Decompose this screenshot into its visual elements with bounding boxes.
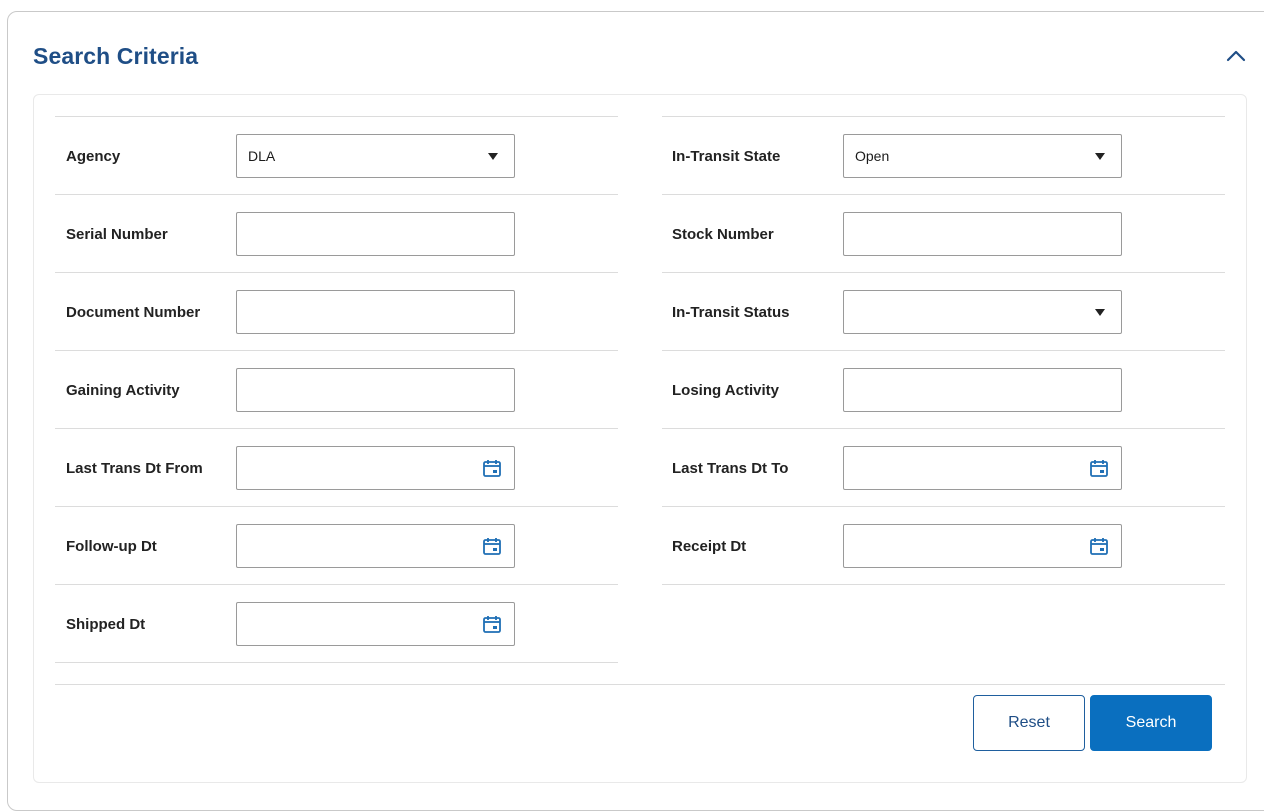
calendar-icon[interactable] bbox=[1089, 536, 1109, 556]
agency-label: Agency bbox=[66, 148, 121, 165]
gaining-activity-label: Gaining Activity bbox=[66, 382, 180, 399]
dropdown-caret-icon bbox=[1095, 153, 1105, 160]
left-field-column: Agency DLA Serial Number Document Number… bbox=[55, 116, 618, 663]
receipt-dt-input[interactable] bbox=[843, 524, 1122, 568]
calendar-icon[interactable] bbox=[1089, 458, 1109, 478]
field-row-agency: Agency DLA bbox=[55, 116, 618, 194]
stock-number-input[interactable] bbox=[843, 212, 1122, 256]
serial-number-label: Serial Number bbox=[66, 226, 168, 243]
shipped-dt-label: Shipped Dt bbox=[66, 616, 146, 633]
reset-button[interactable]: Reset bbox=[973, 695, 1085, 751]
field-row-stock-number: Stock Number bbox=[662, 194, 1225, 272]
field-row-last-trans-dt-to: Last Trans Dt To bbox=[662, 428, 1225, 506]
calendar-icon[interactable] bbox=[482, 536, 502, 556]
field-row-gaining-activity: Gaining Activity bbox=[55, 350, 618, 428]
calendar-icon[interactable] bbox=[482, 458, 502, 478]
search-button[interactable]: Search bbox=[1090, 695, 1212, 751]
form-actions-divider bbox=[55, 684, 1225, 685]
losing-activity-label: Losing Activity bbox=[672, 382, 779, 399]
in-transit-state-label: In-Transit State bbox=[672, 148, 781, 165]
gaining-activity-input[interactable] bbox=[236, 368, 515, 412]
panel-title: Search Criteria bbox=[33, 43, 199, 69]
right-field-column: In-Transit State Open Stock Number In-Tr… bbox=[662, 116, 1225, 585]
field-row-shipped-dt: Shipped Dt bbox=[55, 584, 618, 663]
last-trans-dt-from-input[interactable] bbox=[236, 446, 515, 490]
field-row-serial-number: Serial Number bbox=[55, 194, 618, 272]
field-row-in-transit-status: In-Transit Status bbox=[662, 272, 1225, 350]
field-row-document-number: Document Number bbox=[55, 272, 618, 350]
dropdown-caret-icon bbox=[488, 153, 498, 160]
dropdown-caret-icon bbox=[1095, 309, 1105, 316]
losing-activity-input[interactable] bbox=[843, 368, 1122, 412]
receipt-dt-label: Receipt Dt bbox=[672, 538, 747, 555]
chevron-up-icon[interactable] bbox=[1224, 44, 1248, 68]
last-trans-dt-to-label: Last Trans Dt To bbox=[672, 460, 789, 477]
field-row-last-trans-dt-from: Last Trans Dt From bbox=[55, 428, 618, 506]
in-transit-status-label: In-Transit Status bbox=[672, 304, 790, 321]
in-transit-status-select[interactable] bbox=[843, 290, 1122, 334]
agency-select-value: DLA bbox=[248, 148, 276, 164]
serial-number-input[interactable] bbox=[236, 212, 515, 256]
agency-select[interactable]: DLA bbox=[236, 134, 515, 178]
calendar-icon[interactable] bbox=[482, 614, 502, 634]
field-row-follow-up-dt: Follow-up Dt bbox=[55, 506, 618, 584]
last-trans-dt-from-label: Last Trans Dt From bbox=[66, 460, 203, 477]
follow-up-dt-input[interactable] bbox=[236, 524, 515, 568]
field-row-receipt-dt: Receipt Dt bbox=[662, 506, 1225, 585]
in-transit-state-select[interactable]: Open bbox=[843, 134, 1122, 178]
document-number-input[interactable] bbox=[236, 290, 515, 334]
follow-up-dt-label: Follow-up Dt bbox=[66, 538, 157, 555]
field-row-losing-activity: Losing Activity bbox=[662, 350, 1225, 428]
field-row-in-transit-state: In-Transit State Open bbox=[662, 116, 1225, 194]
document-number-label: Document Number bbox=[66, 304, 201, 321]
in-transit-state-value: Open bbox=[855, 148, 890, 164]
shipped-dt-input[interactable] bbox=[236, 602, 515, 646]
stock-number-label: Stock Number bbox=[672, 226, 774, 243]
last-trans-dt-to-input[interactable] bbox=[843, 446, 1122, 490]
